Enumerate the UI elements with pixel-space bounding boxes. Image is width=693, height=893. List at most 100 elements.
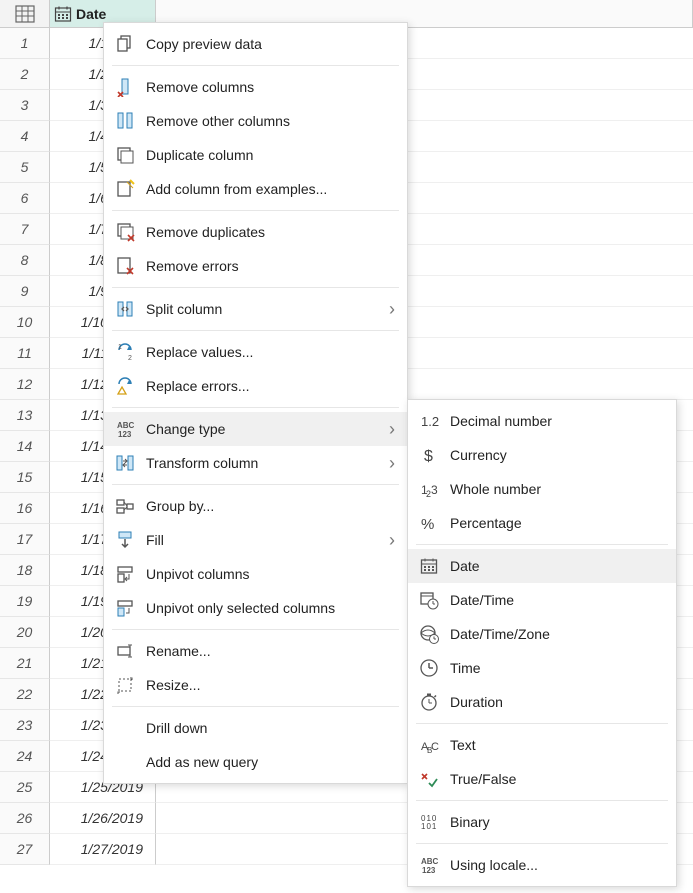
menu-item-label: Whole number bbox=[450, 481, 664, 497]
menu-item-split[interactable]: Split column› bbox=[104, 292, 407, 326]
row-number[interactable]: 11 bbox=[0, 338, 50, 369]
row-number[interactable]: 22 bbox=[0, 679, 50, 710]
menu-item-rm-col[interactable]: Remove columns bbox=[104, 70, 407, 104]
blank-icon-wrap bbox=[114, 751, 136, 773]
menu-item-item26[interactable]: Drill down bbox=[104, 711, 407, 745]
menu-item-percent[interactable]: %Percentage bbox=[408, 506, 676, 540]
row-number[interactable]: 3 bbox=[0, 90, 50, 121]
row-number[interactable]: 5 bbox=[0, 152, 50, 183]
row-number[interactable]: 23 bbox=[0, 710, 50, 741]
menu-item-currency[interactable]: $Currency bbox=[408, 438, 676, 472]
menu-item-text[interactable]: ABC Text bbox=[408, 728, 676, 762]
row-number[interactable]: 2 bbox=[0, 59, 50, 90]
row-number[interactable]: 18 bbox=[0, 555, 50, 586]
menu-item-label: Add column from examples... bbox=[146, 181, 395, 197]
row-number[interactable]: 13 bbox=[0, 400, 50, 431]
menu-item-dtz[interactable]: Date/Time/Zone bbox=[408, 617, 676, 651]
menu-item-replace-val[interactable]: 12Replace values... bbox=[104, 335, 407, 369]
menu-item-label: Rename... bbox=[146, 643, 395, 659]
menu-item-label: Replace errors... bbox=[146, 378, 395, 394]
table-icon bbox=[15, 5, 35, 23]
replace-val-icon-wrap: 12 bbox=[114, 341, 136, 363]
menu-item-resize[interactable]: Resize... bbox=[104, 668, 407, 702]
menu-item-groupby[interactable]: Group by... bbox=[104, 489, 407, 523]
fill-icon bbox=[115, 530, 135, 550]
row-number[interactable]: 7 bbox=[0, 214, 50, 245]
svg-text:101: 101 bbox=[421, 822, 437, 831]
menu-item-label: Date/Time bbox=[450, 592, 664, 608]
groupby-icon bbox=[115, 496, 135, 516]
menu-separator bbox=[112, 706, 399, 707]
menu-item-decimal[interactable]: 1.2Decimal number bbox=[408, 404, 676, 438]
menu-item-rm-err[interactable]: Remove errors bbox=[104, 249, 407, 283]
menu-item-label: Add as new query bbox=[146, 754, 395, 770]
menu-item-datetime[interactable]: Date/Time bbox=[408, 583, 676, 617]
svg-text:C: C bbox=[431, 741, 439, 753]
rm-col-icon bbox=[115, 77, 135, 97]
menu-item-copy[interactable]: Copy preview data bbox=[104, 27, 407, 61]
menu-item-replace-err[interactable]: Replace errors... bbox=[104, 369, 407, 403]
row-number[interactable]: 16 bbox=[0, 493, 50, 524]
row-number[interactable]: 25 bbox=[0, 772, 50, 803]
row-number[interactable]: 17 bbox=[0, 524, 50, 555]
unpivot-icon-wrap bbox=[114, 563, 136, 585]
rm-dup-icon-wrap bbox=[114, 221, 136, 243]
transform-icon-wrap bbox=[114, 452, 136, 474]
row-number[interactable]: 15 bbox=[0, 462, 50, 493]
row-number[interactable]: 24 bbox=[0, 741, 50, 772]
row-number[interactable]: 14 bbox=[0, 431, 50, 462]
binary-icon-wrap: 010101 bbox=[418, 811, 440, 833]
menu-separator bbox=[112, 407, 399, 408]
menu-item-unpivot-sel[interactable]: Unpivot only selected columns bbox=[104, 591, 407, 625]
row-number[interactable]: 26 bbox=[0, 803, 50, 834]
menu-item-time[interactable]: Time bbox=[408, 651, 676, 685]
menu-item-unpivot[interactable]: Unpivot columns bbox=[104, 557, 407, 591]
menu-item-locale[interactable]: ABC123Using locale... bbox=[408, 848, 676, 882]
menu-item-rename[interactable]: Rename... bbox=[104, 634, 407, 668]
table-corner-header[interactable] bbox=[0, 0, 50, 28]
svg-text:$: $ bbox=[424, 448, 433, 465]
decimal-icon-wrap: 1.2 bbox=[418, 410, 440, 432]
menu-item-binary[interactable]: 010101Binary bbox=[408, 805, 676, 839]
menu-item-truefalse[interactable]: True/False bbox=[408, 762, 676, 796]
calendar-icon bbox=[54, 5, 72, 23]
menu-item-date[interactable]: Date bbox=[408, 549, 676, 583]
row-number[interactable]: 20 bbox=[0, 617, 50, 648]
menu-item-rm-dup[interactable]: Remove duplicates bbox=[104, 215, 407, 249]
row-number[interactable]: 9 bbox=[0, 276, 50, 307]
menu-item-label: Date/Time/Zone bbox=[450, 626, 664, 642]
row-number[interactable]: 19 bbox=[0, 586, 50, 617]
date-icon-wrap bbox=[418, 555, 440, 577]
row-number[interactable]: 12 bbox=[0, 369, 50, 400]
row-number[interactable]: 6 bbox=[0, 183, 50, 214]
row-number[interactable]: 27 bbox=[0, 834, 50, 865]
row-number[interactable]: 4 bbox=[0, 121, 50, 152]
menu-item-dup-col[interactable]: Duplicate column bbox=[104, 138, 407, 172]
change-type-icon: ABC123 bbox=[115, 419, 135, 439]
row-number[interactable]: 10 bbox=[0, 307, 50, 338]
text-icon-wrap: ABC bbox=[418, 734, 440, 756]
menu-item-whole[interactable]: 123Whole number bbox=[408, 472, 676, 506]
row-number[interactable]: 21 bbox=[0, 648, 50, 679]
row-number[interactable]: 8 bbox=[0, 245, 50, 276]
menu-item-rm-other[interactable]: Remove other columns bbox=[104, 104, 407, 138]
chevron-right-icon: › bbox=[389, 453, 395, 474]
menu-item-duration[interactable]: Duration bbox=[408, 685, 676, 719]
menu-item-item27[interactable]: Add as new query bbox=[104, 745, 407, 779]
menu-item-label: Percentage bbox=[450, 515, 664, 531]
row-number[interactable]: 1 bbox=[0, 28, 50, 59]
menu-item-fill[interactable]: Fill› bbox=[104, 523, 407, 557]
chevron-right-icon: › bbox=[389, 530, 395, 551]
dup-col-icon bbox=[115, 145, 135, 165]
menu-item-transform[interactable]: Transform column› bbox=[104, 446, 407, 480]
menu-item-label: Text bbox=[450, 737, 664, 753]
menu-item-change-type[interactable]: ABC123Change type› bbox=[104, 412, 407, 446]
svg-text:ABC: ABC bbox=[117, 421, 135, 430]
time-icon-wrap bbox=[418, 657, 440, 679]
menu-item-add-example[interactable]: Add column from examples... bbox=[104, 172, 407, 206]
column-header-label: Date bbox=[76, 6, 106, 22]
date-cell[interactable]: 1/27/2019 bbox=[50, 834, 156, 865]
rm-col-icon-wrap bbox=[114, 76, 136, 98]
date-cell[interactable]: 1/26/2019 bbox=[50, 803, 156, 834]
rm-other-icon-wrap bbox=[114, 110, 136, 132]
